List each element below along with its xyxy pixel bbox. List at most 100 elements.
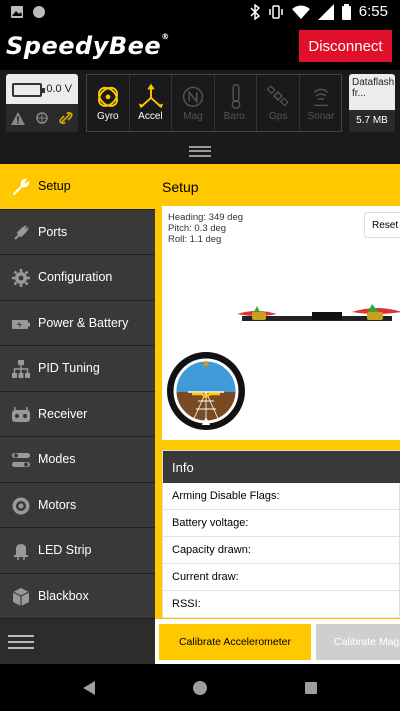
sensor-label: Accel <box>138 111 163 122</box>
calibrate-mag-button[interactable]: Calibrate Mag <box>316 624 400 660</box>
sensor-bar: 0.0 V Gyro Accel Mag Baro. Gps Sonar Dat… <box>0 70 400 138</box>
warning-icon <box>11 111 25 125</box>
app-logo: SpeedyBee® <box>6 32 170 60</box>
motor-icon <box>12 497 30 514</box>
sensor-sonar: Sonar <box>300 75 342 131</box>
image-icon <box>11 6 23 18</box>
info-row-label: RSSI: <box>172 598 201 610</box>
sensor-gps: Gps <box>257 75 300 131</box>
logo-text: SpeedyBee <box>6 32 162 60</box>
blackbox-icon <box>12 587 30 606</box>
info-title: Info <box>172 460 194 475</box>
system-nav-bar <box>0 664 400 711</box>
sidebar-item-modes[interactable]: Modes <box>0 437 155 483</box>
home-icon[interactable] <box>192 680 208 696</box>
baro-icon <box>231 83 241 109</box>
calibration-bar: Calibrate Accelerometer Calibrate Mag <box>155 619 400 664</box>
sidebar-item-led-strip[interactable]: LED Strip <box>0 528 155 574</box>
battery-level-icon <box>12 83 45 97</box>
info-row-label: Arming Disable Flags: <box>172 490 280 502</box>
sensor-list: Gyro Accel Mag Baro. Gps Sonar <box>86 74 342 132</box>
status-time: 6:55 <box>358 3 388 20</box>
sidebar-item-ports[interactable]: Ports <box>0 209 155 255</box>
status-right: 6:55 <box>250 3 388 20</box>
page-title: Setup <box>162 179 199 195</box>
sidebar-footer <box>0 619 155 664</box>
pid-icon <box>12 360 30 378</box>
sensor-baro: Baro. <box>215 75 258 131</box>
sensor-label: Gyro <box>96 111 119 122</box>
mag-icon <box>183 86 204 107</box>
status-left <box>10 5 46 19</box>
satellite-icon <box>266 85 290 107</box>
expand-handle[interactable] <box>0 138 400 164</box>
sensor-mag: Mag <box>172 75 215 131</box>
sidebar-item-label: Blackbox <box>38 588 89 603</box>
sidebar-item-label: Setup <box>38 179 71 193</box>
menu-icon[interactable] <box>8 635 34 649</box>
sonar-icon <box>313 88 329 107</box>
wifi-icon <box>291 5 310 19</box>
recents-icon[interactable] <box>304 681 318 695</box>
quad-model <box>237 304 400 321</box>
sidebar-item-blackbox[interactable]: Blackbox <box>0 573 155 619</box>
info-row-capacity: Capacity drawn: <box>163 537 400 564</box>
info-row-label: Current draw: <box>172 571 239 583</box>
sidebar-item-label: Motors <box>38 497 77 512</box>
calibrate-accelerometer-button[interactable]: Calibrate Accelerometer <box>159 624 311 660</box>
sidebar-item-motors[interactable]: Motors <box>0 482 155 528</box>
disconnect-button[interactable]: Disconnect <box>299 30 392 62</box>
info-row-label: Capacity drawn: <box>172 544 251 556</box>
back-icon[interactable] <box>82 680 96 696</box>
wrench-icon <box>12 178 30 196</box>
accel-icon <box>138 83 163 109</box>
sidebar-item-label: Power & Battery <box>38 315 129 330</box>
battery-voltage: 0.0 V <box>46 83 72 95</box>
sidebar-item-label: Ports <box>38 224 68 239</box>
sidebar-item-label: Receiver <box>38 406 88 421</box>
gps-icon <box>36 112 48 124</box>
reset-z-button[interactable]: Reset Z <box>364 212 400 238</box>
sidebar-item-configuration[interactable]: Configuration <box>0 255 155 301</box>
sensor-label: Mag <box>183 111 203 122</box>
info-row-battery-voltage: Battery voltage: <box>163 510 400 537</box>
info-row-arming-flags: Arming Disable Flags: <box>163 483 400 510</box>
sidebar-item-label: PID Tuning <box>38 361 100 375</box>
vibrate-icon <box>269 4 283 19</box>
receiver-icon <box>12 406 30 422</box>
gear-icon <box>12 269 30 287</box>
handle-icon <box>189 146 211 157</box>
sidebar-item-pid-tuning[interactable]: PID Tuning <box>0 346 155 392</box>
gyro-icon <box>98 86 118 107</box>
pitch-readout: Pitch: 0.3 deg <box>168 223 227 234</box>
led-icon <box>14 544 28 560</box>
roll-readout: Roll: 1.1 deg <box>168 234 222 245</box>
sidebar-item-power-battery[interactable]: Power & Battery <box>0 300 155 346</box>
sidebar-item-label: Modes <box>38 452 76 466</box>
attitude-indicator <box>167 352 245 430</box>
sidebar: Setup Ports Configuration Power & Batter… <box>0 164 155 664</box>
sidebar-item-label: Configuration <box>38 270 113 284</box>
info-panel: Info Arming Disable Flags: Battery volta… <box>162 450 400 618</box>
battery-icon <box>341 3 351 20</box>
info-row-current-draw: Current draw: <box>163 564 400 591</box>
info-header: Info <box>163 451 400 483</box>
sidebar-item-setup[interactable]: Setup <box>0 164 155 210</box>
main-content: Setup Heading: 349 deg Pitch: 0.3 deg Ro… <box>155 164 400 664</box>
dataflash-status[interactable]: Dataflash fr... 5.7 MB <box>349 74 395 132</box>
circle-icon <box>33 6 45 18</box>
battery-icon <box>12 319 30 329</box>
battery-alerts <box>6 104 78 132</box>
heading-readout: Heading: 349 deg <box>168 212 244 223</box>
sidebar-item-receiver[interactable]: Receiver <box>0 391 155 437</box>
sensor-label: Gps <box>269 111 288 122</box>
modes-icon <box>12 453 30 467</box>
sensor-label: Sonar <box>307 111 335 122</box>
sensor-label: Baro. <box>223 111 248 122</box>
signal-icon <box>317 3 334 20</box>
attitude-panel: Heading: 349 deg Pitch: 0.3 deg Roll: 1.… <box>162 206 400 440</box>
dataflash-size: 5.7 MB <box>349 110 395 132</box>
plug-icon <box>14 224 29 240</box>
battery-status[interactable]: 0.0 V <box>6 74 78 132</box>
info-row-rssi: RSSI: <box>163 591 400 618</box>
